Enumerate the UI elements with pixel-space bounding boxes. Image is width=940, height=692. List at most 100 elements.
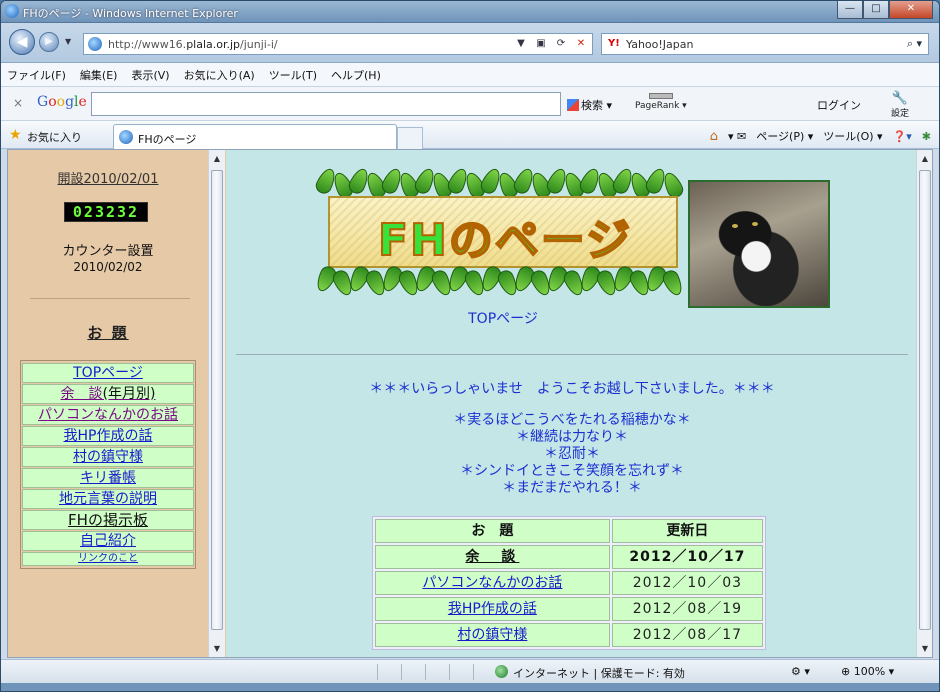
banner-title: FHのページ [377, 214, 632, 267]
topic-link[interactable]: 余 談 [465, 549, 519, 565]
google-search-button[interactable]: 検索 ▾ [567, 97, 612, 113]
dropdown-icon[interactable]: ▼ [512, 36, 530, 52]
status-separator [473, 664, 474, 680]
tab-current[interactable]: FHのページ [113, 124, 397, 149]
header-updated: 更新日 [611, 519, 763, 543]
access-counter: 023232 [64, 202, 148, 222]
pagerank-widget[interactable]: PageRank ▾ [635, 93, 687, 111]
address-url[interactable]: http://www16.plala.or.jp/junji-i/ [108, 38, 278, 51]
tab-title: FHのページ [138, 133, 197, 146]
scroll-up-icon[interactable]: ▲ [209, 154, 225, 163]
scroll-thumb[interactable] [919, 170, 931, 630]
topic-link[interactable]: パソコンなんかのお話 [422, 575, 562, 591]
search-box[interactable]: Y! Yahoo!Japan ⌕ ▾ [601, 33, 929, 55]
scroll-thumb[interactable] [211, 170, 223, 630]
internet-zone-icon [495, 665, 508, 678]
welcome-message: ＊＊＊いらっしゃいませ ようこそお越し下さいました。＊＊＊ [369, 381, 775, 397]
stop-icon[interactable]: ✕ [572, 36, 590, 52]
scroll-down-icon[interactable]: ▼ [917, 644, 933, 653]
window-title: FHのページ - Windows Internet Explorer [23, 7, 238, 20]
counter-label: カウンター設置 [62, 244, 154, 259]
sidebar-nav: TOPページ 余 談(年月別) パソコンなんかのお話 我HP作成の話 村の鎮守様… [20, 360, 196, 569]
close-toolbar-icon[interactable]: × [13, 96, 23, 110]
sidebar-item-profile[interactable]: 自己紹介 [22, 531, 194, 551]
tools-menu[interactable]: ツール(O) ▾ [823, 128, 882, 144]
scroll-up-icon[interactable]: ▲ [917, 154, 933, 163]
banner-leaves-bottom [313, 263, 688, 299]
menu-tools[interactable]: ツール(T) [269, 67, 317, 83]
menu-bar: ファイル(F) 編集(E) 表示(V) お気に入り(A) ツール(T) ヘルプ(… [1, 63, 939, 87]
sidebar-item-top[interactable]: TOPページ [22, 363, 194, 383]
sidebar: 開設2010/02/01 023232 カウンター設置 2010/02/02 お… [8, 150, 208, 657]
login-button[interactable]: ログイン [817, 97, 861, 113]
pagerank-bar [648, 93, 673, 99]
table-cell-date: 2012／10／17 [611, 545, 763, 569]
forward-button[interactable]: ▶ [39, 32, 59, 52]
history-dropdown-icon[interactable]: ▼ [65, 37, 71, 46]
menu-favorites[interactable]: お気に入り(A) [184, 67, 255, 83]
table-row: 我HP作成の話 2012／08／19 [375, 597, 763, 621]
minimize-button[interactable]: — [837, 1, 863, 19]
table-row: 余 談 2012／10／17 [375, 545, 763, 569]
refresh-icon[interactable]: ⟳ [552, 36, 570, 52]
research-icon[interactable]: ✱ [922, 130, 931, 143]
left-scrollbar[interactable]: ▲ ▼ [208, 150, 225, 657]
sidebar-item-shrine[interactable]: 村の鎮守様 [22, 447, 194, 467]
main-scrollbar[interactable]: ▲ ▼ [916, 150, 932, 657]
search-icon[interactable]: ⌕ ▾ [907, 37, 922, 51]
status-separator [401, 664, 402, 680]
help-icon[interactable]: ❓▾ [893, 130, 912, 143]
cat-photo [688, 180, 830, 308]
sidebar-item-kiriban[interactable]: キリ番帳 [22, 468, 194, 488]
favorites-star-icon[interactable]: ★ [9, 127, 22, 143]
settings-button[interactable]: 🔧 設定 [891, 91, 909, 119]
favorites-button[interactable]: お気に入り [27, 129, 82, 145]
google-search-icon [567, 99, 579, 111]
topic-link[interactable]: 我HP作成の話 [448, 601, 537, 617]
home-icon[interactable]: ⌂ [710, 129, 718, 144]
popup-blocker-icon[interactable]: ⚙ ▾ [791, 665, 810, 678]
mottos: ＊実るほどこうべをたれる稲穂かな＊ ＊継続は力なり＊ ＊忍耐＊ ＊シンドイときこ… [226, 412, 918, 497]
yahoo-icon: Y! [608, 38, 620, 49]
sidebar-item-links[interactable]: リンクのこと [22, 552, 194, 566]
window-controls: — □ ✕ [837, 1, 933, 19]
motto-line: ＊継続は力なり＊ [516, 429, 628, 445]
address-toolbar: ◀ ▶ ▼ http://www16.plala.or.jp/junji-i/ … [1, 23, 939, 63]
page-icon [88, 37, 102, 51]
google-toolbar: × Google 検索 ▾ PageRank ▾ ログイン 🔧 設定 [1, 87, 939, 121]
sidebar-item-dialect[interactable]: 地元言葉の説明 [22, 489, 194, 509]
topic-link[interactable]: 村の鎮守様 [457, 627, 527, 643]
main-frame: FHのページ TOPページ ＊＊＊いらっしゃいませ ようこそお越し下さいました。… [226, 150, 932, 657]
sidebar-item-bbs[interactable]: FHの掲示板 [22, 510, 194, 530]
compatibility-icon[interactable]: ▣ [532, 36, 550, 52]
security-zone[interactable]: インターネット | 保護モード: 有効 [513, 665, 685, 681]
table-cell-topic: パソコンなんかのお話 [375, 571, 610, 595]
header-topic: お 題 [375, 519, 610, 543]
back-button[interactable]: ◀ [9, 29, 35, 55]
maximize-button[interactable]: □ [863, 1, 889, 19]
new-tab-button[interactable] [397, 127, 423, 149]
sidebar-item-hp-making[interactable]: 我HP作成の話 [22, 426, 194, 446]
menu-view[interactable]: 表示(V) [131, 67, 169, 83]
feeds-icon[interactable]: ▾ ✉ [728, 130, 746, 143]
google-search-input[interactable] [91, 92, 561, 116]
menu-file[interactable]: ファイル(F) [7, 67, 66, 83]
close-button[interactable]: ✕ [889, 1, 933, 19]
search-provider: Yahoo!Japan [626, 38, 694, 51]
counter-date: 2010/02/02 [73, 260, 143, 274]
sidebar-item-pc-talk[interactable]: パソコンなんかのお話 [22, 405, 194, 425]
zoom-level[interactable]: ⊕ 100% ▾ [841, 665, 894, 678]
address-bar[interactable]: http://www16.plala.or.jp/junji-i/ ▼ ▣ ⟳ … [83, 33, 593, 55]
motto-line: ＊シンドイときこそ笑顔を忘れず＊ [460, 463, 684, 479]
address-actions: ▼ ▣ ⟳ ✕ [512, 36, 590, 52]
left-frame: 開設2010/02/01 023232 カウンター設置 2010/02/02 お… [8, 150, 226, 657]
scroll-down-icon[interactable]: ▼ [209, 644, 225, 653]
page-menu[interactable]: ページ(P) ▾ [756, 128, 813, 144]
menu-edit[interactable]: 編集(E) [80, 67, 118, 83]
opened-date: 開設2010/02/01 [57, 172, 159, 187]
browser-window: FHのページ - Windows Internet Explorer — □ ✕… [0, 0, 940, 692]
sidebar-item-yodan[interactable]: 余 談(年月別) [22, 384, 194, 404]
cat-eye [752, 222, 758, 226]
menu-help[interactable]: ヘルプ(H) [331, 67, 381, 83]
banner-board: FHのページ [328, 196, 678, 268]
